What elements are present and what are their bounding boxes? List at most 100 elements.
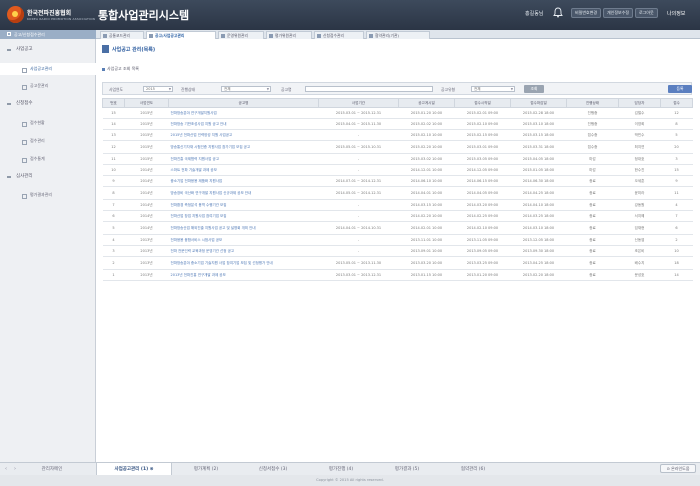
footer-copyright: Copyright © 2015 All rights reserved. bbox=[0, 475, 700, 486]
change-password-button[interactable]: 비밀번호변경 bbox=[571, 8, 602, 18]
sidebar-item-review-results[interactable]: 평가결과관리 bbox=[0, 189, 96, 201]
row-number: 14 bbox=[102, 118, 125, 130]
window-tab-label: 운영위원관리 bbox=[227, 33, 248, 38]
window-tab-evaluator[interactable]: 평가위원관리 bbox=[266, 31, 312, 39]
row-title-link[interactable]: 스마트 전파 기술개발 과제 공모 bbox=[168, 164, 319, 176]
prev-tab-icon[interactable]: ‹ bbox=[5, 466, 11, 472]
table-row[interactable]: 2 2013년 전파방송분야 중소기업 기술지원 사업 참여기업 모집 및 선정평가… bbox=[102, 256, 693, 270]
row-manager: 박민수 bbox=[618, 129, 661, 141]
sidebar-item-notice-manage[interactable]: 공고문관리 bbox=[0, 80, 96, 92]
menu-breadcrumb[interactable]: 공고/신청접수관리 bbox=[0, 30, 96, 39]
row-title-link[interactable]: 중소기업 전파응용 제품화 지원사업 bbox=[168, 175, 319, 187]
table-row[interactable]: 1 2013년 2013년 전파진흥 연구개발 과제 공모 2013.03.01 ~ … bbox=[102, 269, 693, 281]
row-title-link[interactable]: 전파방송분야 중소기업 기술지원 사업 참여기업 모집 및 선정평가 안내 bbox=[168, 256, 319, 270]
row-year: 2014년 bbox=[124, 175, 169, 187]
table-row[interactable]: 15 2015년 전파방송분야 연구개발지원사업 2015.03.01 ~ 2015.… bbox=[102, 107, 693, 119]
menu-icon bbox=[7, 32, 11, 36]
row-start-date: 2014.12.05 09:00 bbox=[454, 164, 511, 176]
table-row[interactable]: 3 2013년 전파 전문인력 교육과정 운영기관 선정 공고 -2013.09.01… bbox=[102, 245, 693, 257]
table-row[interactable]: 8 2014년 방송장비 국산화 연구개발 지원사업 신규과제 공모 안내 2014.… bbox=[102, 186, 693, 200]
column-header-post-date[interactable]: 공고게시일 bbox=[398, 98, 455, 108]
logout-button[interactable]: 로그아웃 bbox=[635, 8, 658, 18]
row-status: 종료 bbox=[566, 245, 619, 257]
sidebar-item-application-status[interactable]: 접수현황 bbox=[0, 117, 96, 129]
row-title-link[interactable]: 전파방송분야 연구개발지원사업 bbox=[168, 107, 319, 119]
column-header-manager[interactable]: 담당자 bbox=[618, 98, 661, 108]
sidebar-item-application-stats[interactable]: 접수통계 bbox=[0, 153, 96, 165]
row-number: 4 bbox=[102, 234, 125, 246]
row-period: 2014.07.01 ~ 2014.12.31 bbox=[318, 175, 399, 187]
window-tab-agreement[interactable]: 협약관리(기관) bbox=[366, 31, 430, 39]
row-title-link[interactable]: 방송통신기자재 시험인증 지원사업 참가기업 모집 공고 bbox=[168, 140, 319, 154]
row-title-link[interactable]: 전파 전문인력 교육과정 운영기관 선정 공고 bbox=[168, 245, 319, 257]
column-header-end-date[interactable]: 접수마감일 bbox=[510, 98, 567, 108]
row-status: 접수중 bbox=[566, 129, 619, 141]
row-title-link[interactable]: 방송장비 국산화 연구개발 지원사업 신규과제 공모 안내 bbox=[168, 186, 319, 200]
row-post-date: 2015.01.20 10:00 bbox=[398, 107, 455, 119]
column-header-year[interactable]: 사업연도 bbox=[124, 98, 169, 108]
organization-logo[interactable] bbox=[7, 6, 24, 23]
row-post-date: 2014.12.01 10:00 bbox=[398, 164, 455, 176]
column-header-count[interactable]: 접수 bbox=[660, 98, 693, 108]
row-year: 2013년 bbox=[124, 269, 169, 281]
row-end-date: 2013.09.30 18:00 bbox=[510, 245, 567, 257]
table-row[interactable]: 10 2014년 스마트 전파 기술개발 과제 공모 -2014.12.01 10:0… bbox=[102, 164, 693, 176]
year-filter-select[interactable]: 2015 bbox=[143, 86, 173, 92]
row-status: 종료 bbox=[566, 186, 619, 200]
row-title-link[interactable]: 전파환경 측정분석 용역 수행기관 모집 bbox=[168, 199, 319, 211]
close-icon[interactable]: ⊗ bbox=[150, 467, 154, 472]
window-tab-common-code[interactable]: 공통코드관리 bbox=[100, 31, 144, 39]
sidebar-item-announcement-manage[interactable]: 사업공고관리 bbox=[0, 63, 96, 75]
row-title-link[interactable]: 전파방송 기반조성사업 지원 공고 안내 bbox=[168, 118, 319, 130]
window-tab-announcement[interactable]: 공고/사업공고관리 bbox=[146, 31, 216, 39]
row-post-date: 2013.11.01 10:00 bbox=[398, 234, 455, 246]
row-title-link[interactable]: 전파응용 융합서비스 시범사업 공모 bbox=[168, 234, 319, 246]
row-start-date: 2015.03.05 09:00 bbox=[454, 153, 511, 165]
window-tab-committee[interactable]: 운영위원관리 bbox=[218, 31, 264, 39]
column-header-title[interactable]: 공고명 bbox=[168, 98, 319, 108]
table-row[interactable]: 12 2015년 방송통신기자재 시험인증 지원사업 참가기업 모집 공고 2015.… bbox=[102, 140, 693, 154]
row-year: 2015년 bbox=[124, 153, 169, 165]
online-help-button[interactable]: ⊙ 온라인도움 bbox=[660, 464, 696, 473]
status-filter-select[interactable]: 전체 bbox=[221, 86, 271, 92]
column-header-period[interactable]: 사업기간 bbox=[318, 98, 399, 108]
row-start-date: 2013.09.05 09:00 bbox=[454, 245, 511, 257]
keyword-input[interactable] bbox=[305, 86, 433, 92]
type-filter-select[interactable]: 전체 bbox=[471, 86, 515, 92]
row-title-link[interactable]: 전파산업 창업 지원사업 참여기업 모집 bbox=[168, 210, 319, 222]
sidebar-section-review[interactable]: 심사관리 bbox=[0, 171, 96, 183]
organization-name: 한국전파진흥협회 bbox=[27, 10, 72, 17]
search-button[interactable]: 조회 bbox=[524, 85, 544, 93]
row-count: 14 bbox=[660, 269, 693, 281]
row-manager: 김철수 bbox=[618, 107, 661, 119]
row-number: 5 bbox=[102, 221, 125, 235]
table-row[interactable]: 4 2013년 전파응용 융합서비스 시범사업 공모 -2013.11.01 10:0… bbox=[102, 234, 693, 246]
my-info-link[interactable]: 나의정보 bbox=[667, 10, 685, 17]
row-start-date: 2014.02.25 09:00 bbox=[454, 210, 511, 222]
sidebar-item-application-manage[interactable]: 접수관리 bbox=[0, 135, 96, 147]
row-year: 2014년 bbox=[124, 221, 169, 235]
register-button[interactable]: 등록 bbox=[668, 85, 692, 93]
sidebar-section-announcement[interactable]: 사업공고 bbox=[0, 44, 96, 56]
table-row[interactable]: 7 2014년 전파환경 측정분석 용역 수행기관 모집 -2014.03.15 10… bbox=[102, 199, 693, 211]
table-row[interactable]: 14 2015년 전파방송 기반조성사업 지원 공고 안내 2015.04.01 ~ … bbox=[102, 118, 693, 130]
edit-profile-button[interactable]: 개인정보수정 bbox=[603, 8, 634, 18]
table-row[interactable]: 13 2015년 2015년 전파산업 인력양성 지원 사업공고 -2015.02.1… bbox=[102, 129, 693, 141]
table-row[interactable]: 11 2015년 전파진흥 국제협력 지원사업 공고 -2015.03.02 10:0… bbox=[102, 153, 693, 165]
table-row[interactable]: 5 2014년 전파방송산업 해외진출 지원사업 공고 및 설명회 개최 안내 201… bbox=[102, 221, 693, 235]
row-title-link[interactable]: 2013년 전파진흥 연구개발 과제 공모 bbox=[168, 269, 319, 281]
next-tab-icon[interactable]: › bbox=[14, 466, 20, 472]
row-title-link[interactable]: 전파진흥 국제협력 지원사업 공고 bbox=[168, 153, 319, 165]
column-header-status[interactable]: 진행상태 bbox=[566, 98, 619, 108]
row-number: 2 bbox=[102, 256, 125, 270]
row-title-link[interactable]: 전파방송산업 해외진출 지원사업 공고 및 설명회 개최 안내 bbox=[168, 221, 319, 235]
table-row[interactable]: 9 2014년 중소기업 전파응용 제품화 지원사업 2014.07.01 ~ 201… bbox=[102, 175, 693, 187]
window-tab-application[interactable]: 신청접수관리 bbox=[314, 31, 364, 39]
column-header-start-date[interactable]: 접수시작일 bbox=[454, 98, 511, 108]
bell-icon[interactable] bbox=[553, 7, 563, 18]
row-title-link[interactable]: 2015년 전파산업 인력양성 지원 사업공고 bbox=[168, 129, 319, 141]
table-row[interactable]: 6 2014년 전파산업 창업 지원사업 참여기업 모집 -2014.02.20 10… bbox=[102, 210, 693, 222]
row-period: 2015.05.01 ~ 2015.10.31 bbox=[318, 140, 399, 154]
column-header-no[interactable]: 번호 bbox=[102, 98, 125, 108]
sidebar-section-application[interactable]: 신청접수 bbox=[0, 98, 96, 110]
